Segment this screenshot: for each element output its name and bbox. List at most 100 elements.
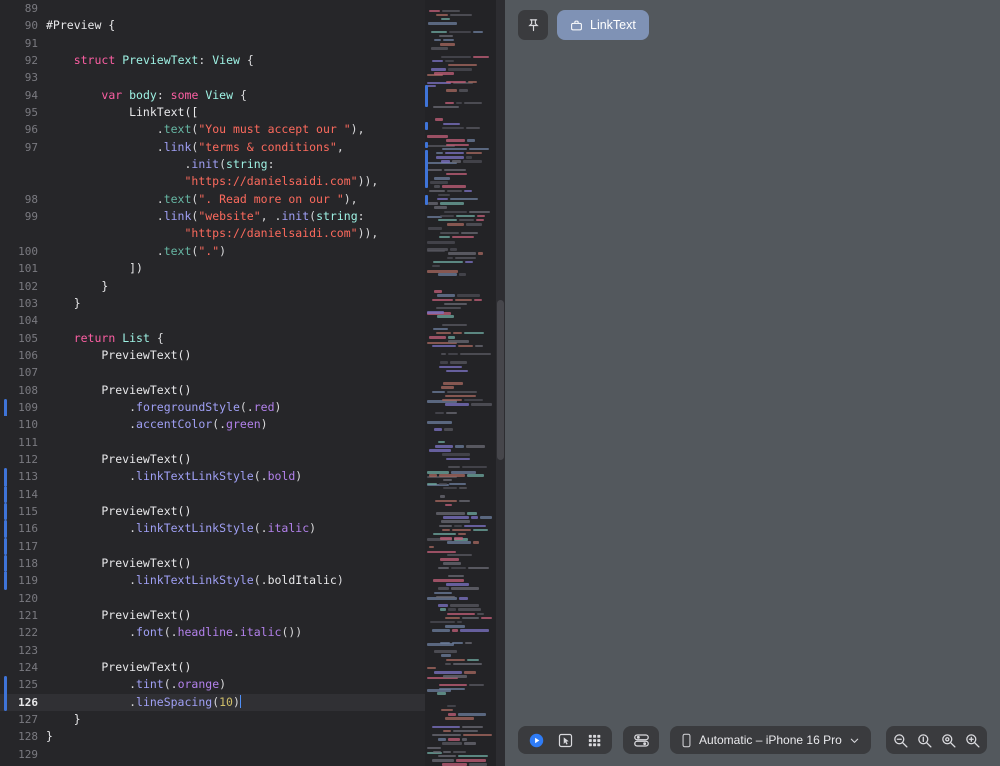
device-settings-group[interactable] — [623, 726, 659, 754]
code-line[interactable]: 119 .linkTextLinkStyle(.boldItalic) — [0, 572, 425, 590]
source-control-change-bar[interactable] — [4, 555, 7, 573]
code-line[interactable]: 106 PreviewText() — [0, 347, 425, 364]
zoom-fit-icon[interactable] — [940, 732, 957, 749]
source-control-change-bar[interactable] — [4, 693, 7, 712]
code-line[interactable]: 111 — [0, 434, 425, 451]
code-line[interactable]: 99 .link("website", .init(string: — [0, 208, 425, 225]
code-minimap[interactable] — [425, 0, 505, 766]
line-number — [0, 225, 46, 242]
code-line[interactable]: 94 var body: some View { — [0, 87, 425, 104]
line-number: 92 — [24, 54, 38, 68]
chevron-down-icon — [850, 738, 859, 743]
code-line[interactable]: 128} — [0, 728, 425, 745]
code-line[interactable]: 114 — [0, 485, 425, 503]
line-number: 99 — [24, 210, 38, 224]
code-line[interactable]: 121 PreviewText() — [0, 607, 425, 624]
code-line[interactable]: 113 .linkTextLinkStyle(.bold) — [0, 468, 425, 486]
source-control-change-bar[interactable] — [4, 485, 7, 503]
code-text: } — [46, 712, 81, 727]
line-number: 91 — [24, 36, 38, 50]
code-text: #Preview { — [46, 18, 116, 33]
device-settings-icon — [633, 733, 649, 747]
line-number: 124 — [18, 661, 38, 675]
preview-variants-grid-icon — [588, 734, 600, 746]
code-line[interactable]: 96 .text("You must accept our "), — [0, 121, 425, 138]
preview-canvas[interactable]: LinkText You must accept our terms & con… — [505, 0, 1000, 766]
code-line[interactable]: 127 } — [0, 711, 425, 728]
line-number: 128 — [18, 730, 38, 744]
line-number: 98 — [24, 192, 38, 206]
device-settings-button[interactable] — [628, 729, 654, 751]
code-line[interactable]: 126 .lineSpacing(10) — [0, 693, 425, 712]
code-editor[interactable]: 89 90 #Preview { 91 92 struct PreviewText: V… — [0, 0, 425, 766]
code-line[interactable]: 105 return List { — [0, 330, 425, 347]
device-selector-button[interactable]: Automatic – iPhone 16 Pro — [670, 726, 871, 754]
code-line[interactable]: 120 — [0, 590, 425, 607]
code-line[interactable]: 116 .linkTextLinkStyle(.italic) — [0, 520, 425, 538]
code-line[interactable]: 97 .link("terms & conditions", — [0, 139, 425, 156]
code-line[interactable]: 123 — [0, 642, 425, 659]
code-line[interactable]: 98 .text(". Read more on our "), — [0, 191, 425, 208]
code-line[interactable]: 125 .tint(.orange) — [0, 676, 425, 694]
select-mode-button[interactable] — [552, 729, 578, 751]
code-text: "https://danielsaidi.com")), — [184, 226, 379, 241]
code-line[interactable]: 110 .accentColor(.green) — [0, 416, 425, 433]
code-line[interactable]: 92 struct PreviewText: View { — [0, 52, 425, 69]
code-line[interactable]: 90 #Preview { — [0, 17, 425, 34]
code-line[interactable]: "https://danielsaidi.com")), — [0, 225, 425, 242]
code-line[interactable]: 122 .font(.headline.italic()) — [0, 624, 425, 641]
source-control-change-bar[interactable] — [4, 502, 7, 521]
code-line[interactable]: 101 ]) — [0, 260, 425, 277]
source-control-change-bar[interactable] — [4, 468, 7, 486]
editor-scrollbar-thumb[interactable] — [497, 300, 504, 460]
source-control-change-bar[interactable] — [4, 676, 7, 694]
code-line[interactable]: .init(string: — [0, 156, 425, 173]
code-line[interactable]: 93 — [0, 69, 425, 86]
zoom-out-icon[interactable] — [892, 732, 909, 749]
code-line[interactable]: 129 — [0, 746, 425, 763]
source-control-change-bar[interactable] — [4, 398, 7, 417]
code-line[interactable]: 112 PreviewText() — [0, 451, 425, 468]
code-text: PreviewText() — [46, 608, 192, 623]
code-line[interactable]: 124 PreviewText() — [0, 659, 425, 676]
zoom-100-icon[interactable] — [916, 732, 933, 749]
code-line[interactable]: 102 } — [0, 278, 425, 295]
source-control-change-bar[interactable] — [4, 520, 7, 538]
code-line[interactable]: 103 } — [0, 295, 425, 312]
code-line[interactable]: 104 — [0, 312, 425, 329]
code-line[interactable]: 107 — [0, 364, 425, 381]
code-line[interactable]: 89 — [0, 0, 425, 17]
source-control-change-bar[interactable] — [4, 537, 7, 555]
source-control-change-bar[interactable] — [4, 572, 7, 590]
code-text: .linkTextLinkStyle(.boldItalic) — [46, 573, 344, 588]
code-line[interactable]: 100 .text(".") — [0, 243, 425, 260]
play-icon — [529, 733, 543, 747]
code-line[interactable]: 115 PreviewText() — [0, 502, 425, 521]
code-line[interactable]: 91 — [0, 35, 425, 52]
code-text: .accentColor(.green) — [46, 417, 268, 432]
line-number: 94 — [24, 88, 38, 102]
code-lines[interactable]: 89 90 #Preview { 91 92 struct PreviewText: V… — [0, 0, 425, 766]
live-preview-play-button[interactable] — [523, 729, 549, 751]
preview-variants-button[interactable] — [581, 729, 607, 751]
code-text: struct PreviewText: View { — [73, 53, 254, 68]
code-line[interactable]: 108 PreviewText() — [0, 382, 425, 399]
zoom-in-icon[interactable] — [964, 732, 981, 749]
code-line[interactable]: 95 LinkText([ — [0, 104, 425, 121]
code-line[interactable]: "https://danielsaidi.com")), — [0, 173, 425, 190]
code-line[interactable]: 109 .foregroundStyle(.red) — [0, 398, 425, 417]
code-line[interactable]: 118 PreviewText() — [0, 555, 425, 573]
editor-scrollbar-track[interactable] — [496, 0, 505, 766]
preview-tab-linktext[interactable]: LinkText — [557, 10, 649, 40]
pin-preview-button[interactable] — [518, 10, 548, 40]
code-text: .font(.headline.italic()) — [46, 625, 303, 640]
preview-mode-segmented-control[interactable] — [518, 726, 612, 754]
preview-tab-label: LinkText — [590, 18, 636, 32]
code-text: return List { — [73, 330, 164, 345]
code-line[interactable]: 117 — [0, 537, 425, 555]
zoom-controls-group[interactable] — [886, 726, 987, 754]
